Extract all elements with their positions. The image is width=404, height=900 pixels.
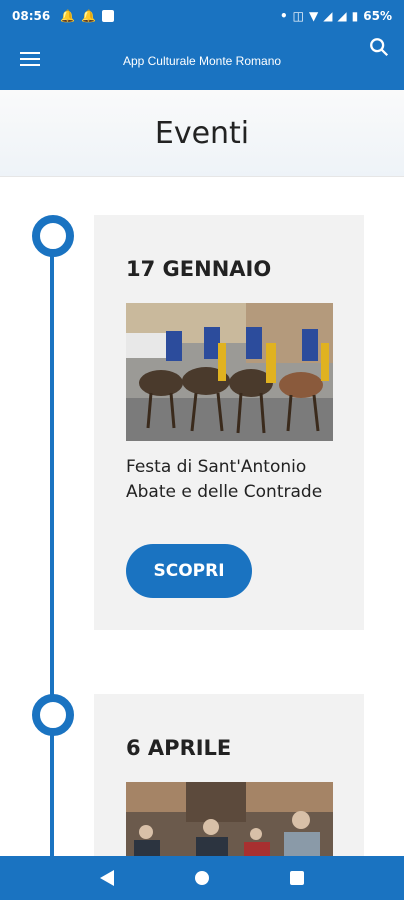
timeline-dot: [32, 215, 74, 257]
page-title: Eventi: [154, 116, 250, 151]
dot-icon: •: [279, 9, 288, 23]
back-icon[interactable]: [95, 866, 119, 890]
status-bar: 08:56 🔔 🔔 • ◫ ▼ ◢ ◢ ▮ 65%: [0, 0, 404, 32]
signal-icon: ◢: [323, 9, 333, 23]
bell-icon: 🔔: [81, 9, 97, 23]
event-image: [126, 303, 333, 441]
page-header: Eventi: [0, 90, 404, 176]
event-date: 17 GENNAIO: [126, 257, 272, 281]
square-icon: [102, 10, 115, 22]
wifi-icon: ▼: [308, 9, 319, 23]
status-time: 08:56: [12, 9, 51, 23]
event-card: 6 APRILE: [94, 694, 364, 856]
bell-icon: 🔔: [60, 9, 76, 23]
app-title: App Culturale Monte Romano: [122, 54, 282, 68]
timeline-line: [50, 236, 54, 856]
system-nav-bar: [0, 856, 404, 900]
scopri-button[interactable]: SCOPRI: [126, 544, 252, 598]
recents-icon[interactable]: [285, 866, 309, 890]
event-image: [126, 782, 333, 856]
battery-icon: ▮: [351, 9, 359, 23]
event-card: 17 GENNAIO Festa di Sant'Antonio Abate e…: [94, 215, 364, 630]
search-icon[interactable]: [368, 36, 390, 58]
event-date: 6 APRILE: [126, 736, 232, 760]
vibrate-icon: ◫: [292, 9, 304, 23]
home-icon[interactable]: [190, 866, 214, 890]
signal-icon: ◢: [337, 9, 347, 23]
timeline-dot: [32, 694, 74, 736]
battery-percent: 65%: [363, 9, 392, 23]
event-title: Festa di Sant'Antonio Abate e delle Cont…: [126, 457, 323, 502]
app-bar: App Culturale Monte Romano: [0, 32, 404, 90]
